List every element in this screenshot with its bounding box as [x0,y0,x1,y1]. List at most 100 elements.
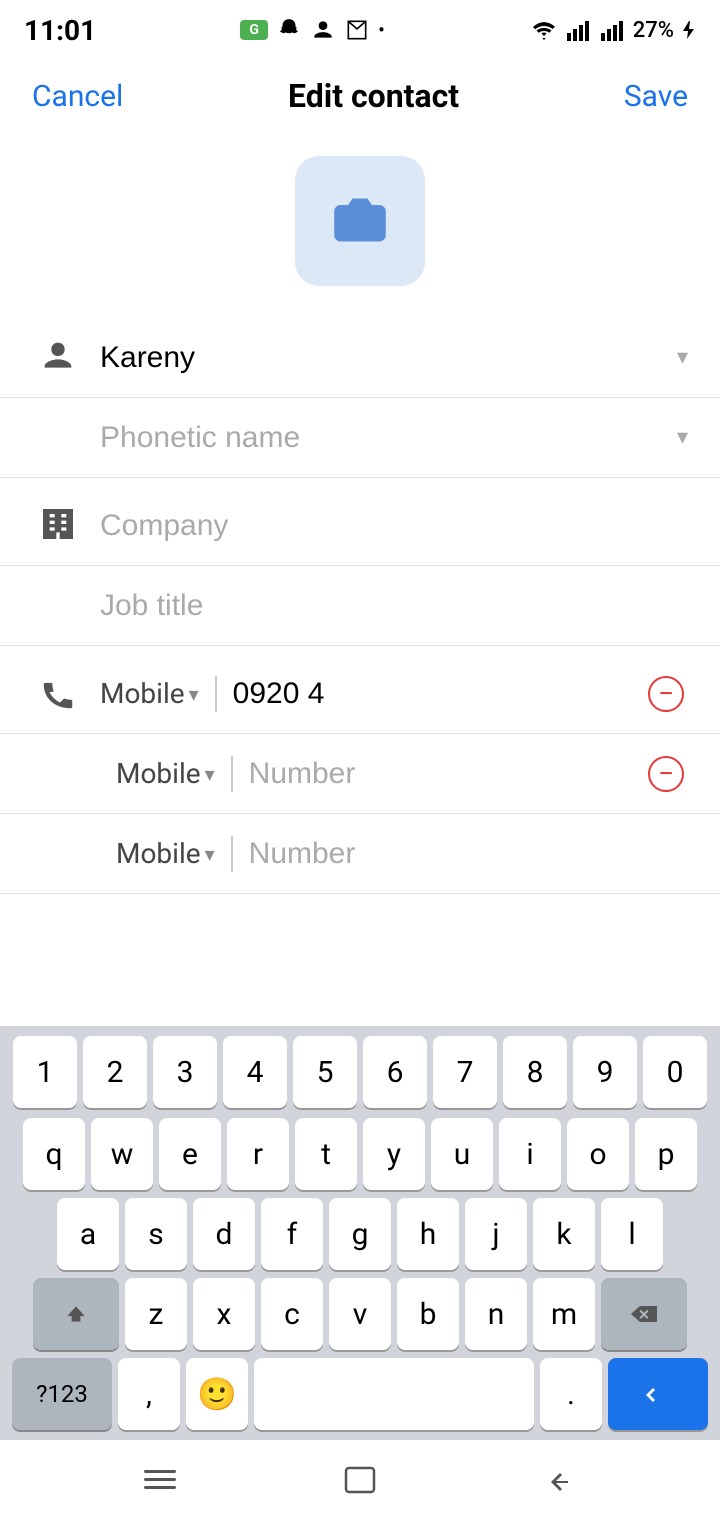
key-7[interactable]: 7 [433,1036,497,1108]
key-e[interactable]: e [159,1118,221,1190]
nav-home-icon[interactable] [340,1462,380,1498]
signal1-icon [565,19,593,41]
key-g[interactable]: g [329,1198,391,1270]
person-field-icon [32,336,84,380]
signal2-icon [599,19,627,41]
enter-icon [644,1383,672,1405]
phone-divider-3 [231,836,233,872]
name-field-row: ▾ [0,318,720,398]
phone-icon [39,675,77,713]
phonetic-dropdown-arrow[interactable]: ▾ [677,425,688,450]
form-section: ▾ ▾ Mobile ▾ [0,318,720,894]
symbols-key[interactable]: ?123 [12,1358,112,1430]
battery-charging-icon [680,19,696,41]
job-title-field-row [0,566,720,646]
key-b[interactable]: b [397,1278,459,1350]
key-c[interactable]: c [261,1278,323,1350]
period-key[interactable]: . [540,1358,602,1430]
key-4[interactable]: 4 [223,1036,287,1108]
key-i[interactable]: i [499,1118,561,1190]
key-3[interactable]: 3 [153,1036,217,1108]
key-d[interactable]: d [193,1198,255,1270]
phone3-type-label: Mobile [116,837,201,870]
phone-divider-1 [215,676,217,712]
key-j[interactable]: j [465,1198,527,1270]
add-photo-button[interactable] [295,156,425,286]
person-icon [310,17,336,43]
phone2-remove-button[interactable] [644,752,688,796]
key-a[interactable]: a [57,1198,119,1270]
key-5[interactable]: 5 [293,1036,357,1108]
phone-field-icon [32,675,84,713]
key-l[interactable]: l [601,1198,663,1270]
key-8[interactable]: 8 [503,1036,567,1108]
phone2-number-input[interactable] [249,757,644,791]
key-z[interactable]: z [125,1278,187,1350]
job-title-input[interactable] [100,571,688,641]
nav-menu-icon[interactable] [140,1464,180,1496]
keyboard-row-4: ?123 , 🙂 . [0,1354,720,1440]
dot-indicator: • [378,18,385,42]
key-w[interactable]: w [91,1118,153,1190]
key-0[interactable]: 0 [643,1036,707,1108]
phone1-number-input[interactable] [233,677,644,711]
key-s[interactable]: s [125,1198,187,1270]
key-x[interactable]: x [193,1278,255,1350]
snapchat-icon [276,17,302,43]
gmail-icon [344,17,370,43]
keyboard-row-1: q w e r t y u i o p [0,1114,720,1194]
shift-icon [63,1301,89,1327]
company-input[interactable] [100,491,688,561]
company-field-row [0,486,720,566]
top-bar: Cancel Edit contact Save [0,60,720,132]
square-icon [340,1462,380,1498]
status-icons: G • [240,17,385,43]
key-9[interactable]: 9 [573,1036,637,1108]
shift-key[interactable] [33,1278,119,1350]
key-h[interactable]: h [397,1198,459,1270]
key-n[interactable]: n [465,1278,527,1350]
phone3-type-arrow: ▾ [205,842,215,866]
phone2-type-select[interactable]: Mobile ▾ [116,757,215,790]
company-field-icon [32,504,84,548]
battery-percent: 27% [633,18,674,43]
phone1-type-select[interactable]: Mobile ▾ [100,677,199,710]
key-m[interactable]: m [533,1278,595,1350]
phone1-remove-button[interactable] [644,672,688,716]
key-p[interactable]: p [635,1118,697,1190]
key-t[interactable]: t [295,1118,357,1190]
bottom-nav [0,1440,720,1520]
emoji-key[interactable]: 🙂 [186,1358,248,1430]
phone1-type-arrow: ▾ [189,682,199,706]
key-q[interactable]: q [23,1118,85,1190]
phone2-type-label: Mobile [116,757,201,790]
key-k[interactable]: k [533,1198,595,1270]
phone3-type-select[interactable]: Mobile ▾ [116,837,215,870]
phone1-type-label: Mobile [100,677,185,710]
avatar-section [0,132,720,318]
key-f[interactable]: f [261,1198,323,1270]
key-v[interactable]: v [329,1278,391,1350]
key-y[interactable]: y [363,1118,425,1190]
comma-key[interactable]: , [118,1358,180,1430]
key-u[interactable]: u [431,1118,493,1190]
keyboard: 1 2 3 4 5 6 7 8 9 0 q w e r t y u i o p … [0,1026,720,1520]
backspace-key[interactable] [601,1278,687,1350]
keyboard-row-2: a s d f g h j k l [0,1194,720,1274]
phone1-remove-icon [648,676,684,712]
key-1[interactable]: 1 [13,1036,77,1108]
enter-key[interactable] [608,1358,708,1430]
phone3-number-input[interactable] [249,837,688,871]
nav-back-icon[interactable] [540,1462,580,1498]
phonetic-name-input[interactable] [100,403,669,473]
key-6[interactable]: 6 [363,1036,427,1108]
cancel-button[interactable]: Cancel [32,79,123,114]
name-input[interactable] [100,323,669,393]
key-2[interactable]: 2 [83,1036,147,1108]
save-button[interactable]: Save [624,79,688,114]
key-r[interactable]: r [227,1118,289,1190]
space-key[interactable] [254,1358,534,1430]
page-title: Edit contact [288,77,459,115]
name-dropdown-arrow[interactable]: ▾ [677,345,688,370]
key-o[interactable]: o [567,1118,629,1190]
